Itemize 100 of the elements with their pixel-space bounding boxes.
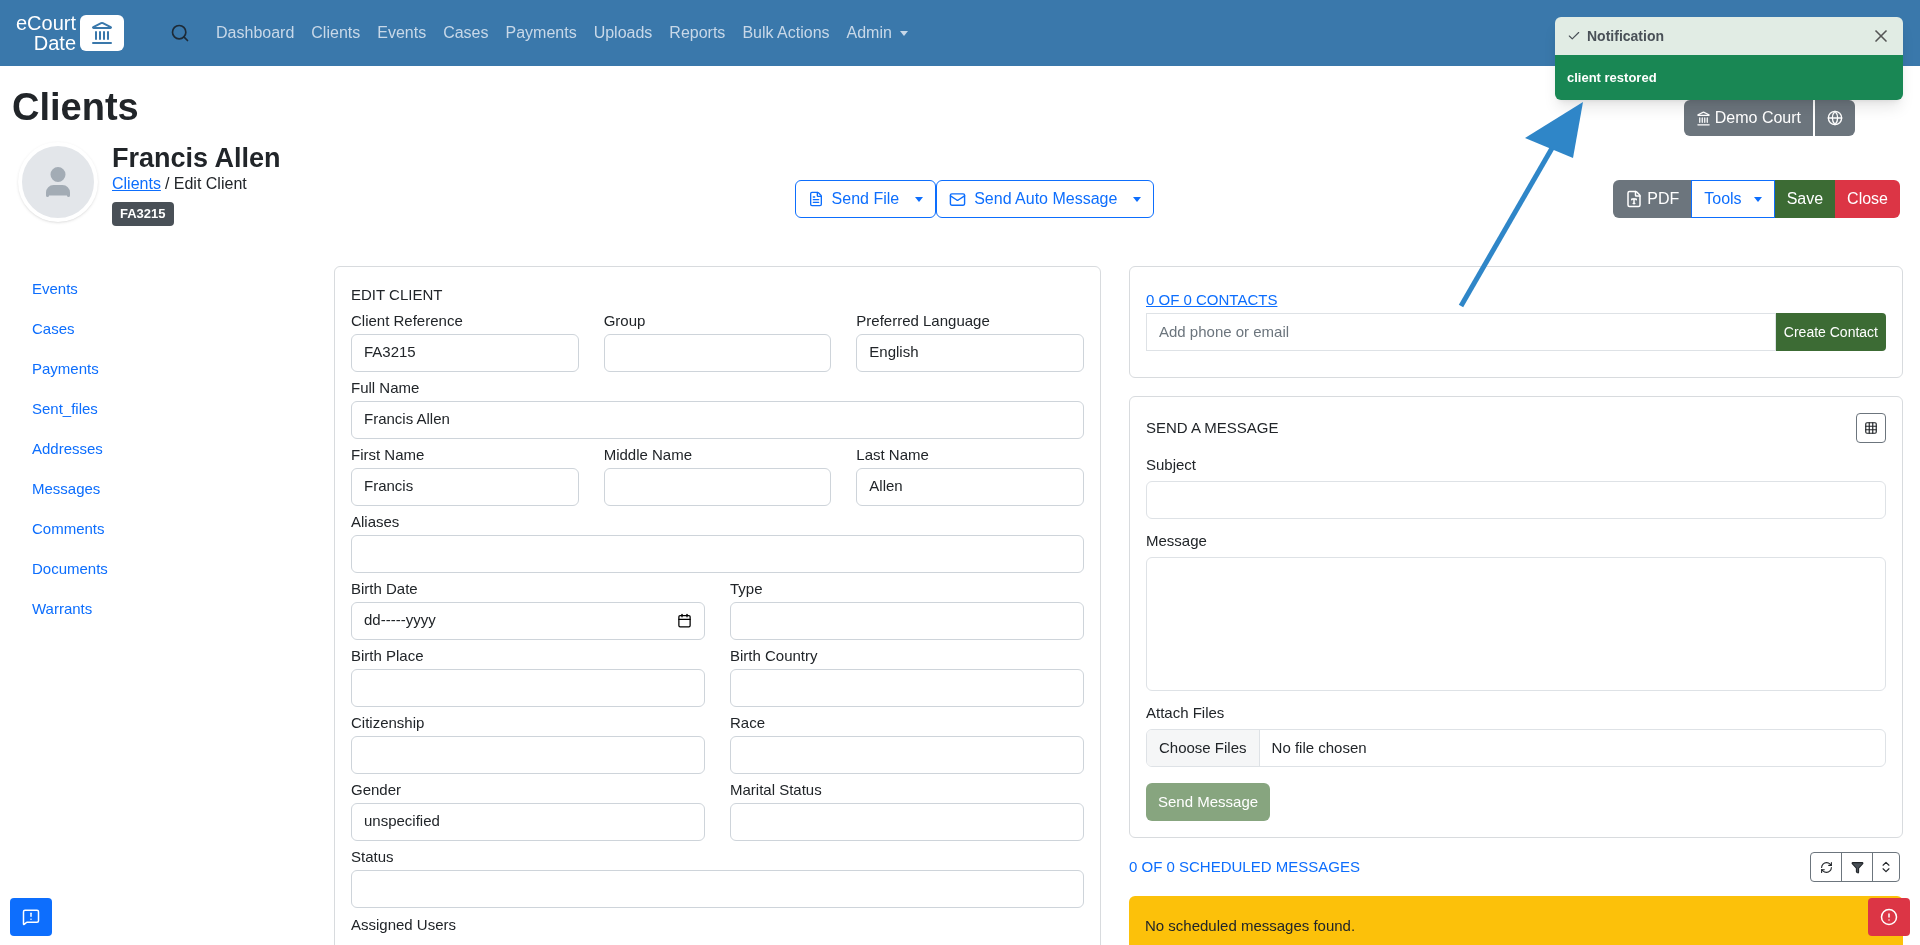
- field-label: Birth Country: [730, 645, 819, 666]
- contact-input[interactable]: Add phone or email: [1146, 313, 1776, 351]
- scheduled-messages-link[interactable]: 0 OF 0 SCHEDULED MESSAGES: [1129, 855, 1360, 879]
- field-label: Status: [351, 846, 395, 867]
- sidebar-link[interactable]: Events: [32, 277, 334, 299]
- field-label: Citizenship: [351, 712, 426, 733]
- input-field[interactable]: FA3215: [351, 333, 579, 372]
- caret-icon: [899, 30, 908, 36]
- nav-link[interactable]: Events: [377, 21, 427, 45]
- breadcrumb-link[interactable]: Clients: [112, 174, 161, 194]
- nav-link[interactable]: Reports: [669, 21, 726, 45]
- create-contact-button[interactable]: Create Contact: [1775, 313, 1886, 351]
- client-name: Francis Allen: [112, 142, 281, 174]
- envelope-icon: [949, 190, 967, 208]
- pdf-button[interactable]: PDF: [1613, 180, 1692, 218]
- grid-button[interactable]: [1856, 413, 1886, 443]
- field-label: Client Reference: [351, 310, 464, 331]
- contacts-link[interactable]: 0 OF 0 CONTACTS: [1146, 290, 1278, 308]
- courthouse-icon: [90, 21, 115, 45]
- notification-title: Notification: [1587, 26, 1664, 46]
- card-title: SEND A MESSAGE: [1146, 418, 1279, 438]
- input-field[interactable]: Francis: [351, 467, 579, 506]
- field-label: Attach Files: [1146, 703, 1226, 723]
- send-auto-message-button[interactable]: Send Auto Message: [936, 180, 1155, 218]
- sidebar-link[interactable]: Addresses: [32, 437, 334, 459]
- field-label: Birth Date: [351, 578, 419, 599]
- alert-icon: [1880, 908, 1898, 926]
- grid-icon: [1864, 421, 1878, 435]
- input-field[interactable]: [603, 467, 832, 506]
- sidebar-link[interactable]: Sent_files: [32, 397, 334, 419]
- courthouse-icon: [1695, 110, 1711, 126]
- input-field[interactable]: [730, 668, 1084, 707]
- field-label: Birth Place: [351, 645, 425, 666]
- sidebar-link[interactable]: Cases: [32, 317, 334, 339]
- input-field[interactable]: [730, 601, 1084, 640]
- help-button[interactable]: [10, 898, 52, 936]
- field-label: Group: [603, 310, 647, 331]
- refresh-icon: [1819, 860, 1833, 874]
- globe-icon: [1827, 110, 1843, 126]
- nav-link[interactable]: Bulk Actions: [742, 21, 830, 45]
- logo-text: Date: [32, 33, 77, 53]
- caret-icon: [1133, 196, 1142, 202]
- input-field[interactable]: [351, 735, 705, 774]
- input-field[interactable]: Allen: [856, 467, 1084, 506]
- nav-link[interactable]: Dashboard: [216, 21, 295, 45]
- sidebar-link[interactable]: Payments: [32, 357, 334, 379]
- breadcrumb-current: / Edit Client: [164, 174, 247, 194]
- alert-text: No scheduled messages found.: [1145, 915, 1356, 936]
- field-label: First Name: [351, 444, 426, 465]
- calendar-icon: [677, 613, 692, 628]
- save-button[interactable]: Save: [1774, 180, 1836, 218]
- choose-files-button[interactable]: Choose Files: [1147, 730, 1260, 766]
- field-label: Marital Status: [730, 779, 823, 800]
- sidebar-link[interactable]: Messages: [32, 477, 334, 499]
- field-label: Subject: [1146, 455, 1198, 475]
- logo-text: eCourt: [16, 13, 77, 33]
- field-label: Assigned Users: [351, 914, 458, 935]
- input-field[interactable]: [730, 735, 1084, 774]
- language-button[interactable]: [1815, 100, 1855, 136]
- input-field[interactable]: Francis Allen: [351, 400, 1084, 439]
- field-label: Type: [730, 578, 764, 599]
- client-id-badge: FA3215: [112, 202, 174, 226]
- search-icon[interactable]: [170, 23, 191, 43]
- file-input[interactable]: Choose Files No file chosen: [1146, 729, 1886, 767]
- nav-link[interactable]: Clients: [311, 21, 361, 45]
- input-field[interactable]: [730, 802, 1084, 841]
- input-field[interactable]: [351, 534, 1084, 573]
- notification-message: client restored: [1567, 68, 1657, 87]
- sidebar-link[interactable]: Documents: [32, 557, 334, 579]
- input-field[interactable]: [351, 869, 1084, 908]
- date-field[interactable]: dd-----yyyy: [351, 601, 705, 640]
- help-chat-icon: [22, 908, 40, 926]
- input-field[interactable]: English: [856, 333, 1084, 372]
- field-label: Aliases: [351, 511, 401, 532]
- caret-icon: [915, 196, 924, 202]
- nav-link[interactable]: Cases: [443, 21, 489, 45]
- check-icon: [1567, 29, 1581, 43]
- field-label: Preferred Language: [856, 310, 991, 331]
- court-button[interactable]: Demo Court: [1683, 100, 1813, 136]
- send-file-button[interactable]: Send File: [794, 180, 937, 218]
- input-field[interactable]: unspecified: [351, 802, 705, 841]
- app-logo[interactable]: eCourt Date: [16, 13, 125, 53]
- message-field[interactable]: [1146, 557, 1886, 691]
- page-title: Clients: [12, 85, 139, 130]
- nav-link[interactable]: Uploads: [593, 21, 653, 45]
- nav-link[interactable]: Admin: [846, 21, 908, 45]
- sidebar-link[interactable]: Warrants: [32, 597, 334, 619]
- error-button[interactable]: [1868, 898, 1910, 936]
- card-title: EDIT CLIENT: [351, 284, 444, 305]
- sidebar-link[interactable]: Comments: [32, 517, 334, 539]
- subject-field[interactable]: [1146, 481, 1886, 519]
- close-button[interactable]: Close: [1835, 180, 1900, 218]
- tools-button[interactable]: Tools: [1691, 180, 1775, 218]
- caret-icon: [1753, 196, 1762, 202]
- input-field[interactable]: [351, 668, 705, 707]
- field-label: Race: [730, 712, 767, 733]
- field-label: Last Name: [856, 444, 930, 465]
- file-status: No file chosen: [1270, 737, 1368, 758]
- input-field[interactable]: [603, 333, 832, 372]
- nav-link[interactable]: Payments: [505, 21, 577, 45]
